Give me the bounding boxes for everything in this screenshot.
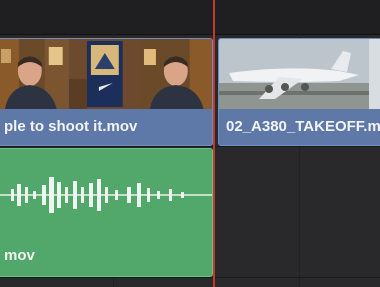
timeline-ruler[interactable]	[0, 0, 380, 35]
poster-thumbnail	[68, 39, 141, 109]
interview-thumbnail	[140, 39, 212, 109]
video-clip-interview[interactable]: ple to shoot it.mov	[0, 38, 213, 146]
track-separator	[0, 277, 380, 278]
airplane-thumbnail	[219, 39, 380, 109]
clip-name: 02_A380_TAKEOFF.mov	[219, 109, 380, 145]
clip-thumbnails	[219, 39, 380, 109]
audio-clip[interactable]: mov	[0, 148, 213, 277]
video-clip-a380-takeoff[interactable]: 02_A380_TAKEOFF.mov	[218, 38, 380, 146]
clip-name: mov	[4, 247, 35, 264]
clip-name: ple to shoot it.mov	[0, 109, 212, 145]
interview-thumbnail	[0, 39, 69, 109]
track-separator	[0, 146, 380, 147]
timeline-panel[interactable]: ple to shoot it.mov 02_A380_TAKEOFF.mov	[0, 0, 380, 287]
clip-thumbnails	[0, 39, 212, 109]
playhead[interactable]	[213, 0, 215, 287]
